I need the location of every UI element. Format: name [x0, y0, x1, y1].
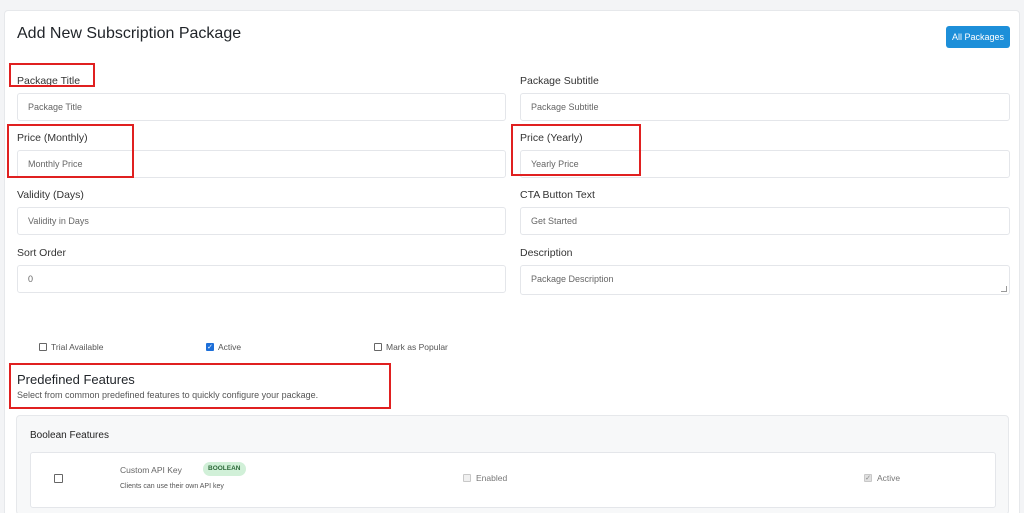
package-subtitle-input[interactable]: Package Subtitle: [520, 93, 1010, 121]
package-subtitle-label: Package Subtitle: [520, 75, 599, 87]
feature-type-badge: BOOLEAN: [203, 462, 246, 476]
cta-text-input[interactable]: Get Started: [520, 207, 1010, 235]
feature-active-label: Active: [877, 473, 901, 483]
validity-input[interactable]: Validity in Days: [17, 207, 506, 235]
feature-active-checkbox[interactable]: ✓: [864, 474, 872, 482]
mark-popular-label: Mark as Popular: [386, 342, 448, 352]
description-placeholder: Package Description: [531, 274, 614, 284]
feature-row: Custom API Key BOOLEAN Clients can use t…: [30, 452, 996, 508]
sort-order-label: Sort Order: [17, 247, 67, 259]
form-card: Add New Subscription Package All Package…: [4, 10, 1020, 513]
active-checkbox[interactable]: ✓: [206, 343, 214, 351]
feature-select-checkbox[interactable]: [54, 474, 63, 483]
active-label: Active: [218, 342, 242, 352]
mark-popular-checkbox[interactable]: [374, 343, 382, 351]
resize-handle-icon[interactable]: [1001, 286, 1007, 292]
feature-description: Clients can use their own API key: [120, 483, 224, 490]
description-textarea[interactable]: Package Description: [520, 265, 1010, 295]
package-title-input[interactable]: Package Title: [17, 93, 506, 121]
trial-available-checkbox[interactable]: [39, 343, 47, 351]
feature-enabled-checkbox[interactable]: [463, 474, 471, 482]
highlight-price-monthly: [7, 124, 134, 178]
feature-enabled-label: Enabled: [476, 473, 508, 483]
highlight-predefined-features: [9, 363, 391, 409]
sort-order-input[interactable]: 0: [17, 265, 506, 293]
cta-text-label: CTA Button Text: [520, 189, 595, 201]
boolean-features-title: Boolean Features: [30, 430, 109, 441]
description-label: Description: [520, 247, 573, 259]
highlight-price-yearly: [511, 124, 641, 176]
boolean-features-panel: Boolean Features Custom API Key BOOLEAN …: [16, 415, 1009, 513]
highlight-package-title: [9, 63, 95, 87]
page-title: Add New Subscription Package: [17, 25, 242, 42]
all-packages-button[interactable]: All Packages: [946, 26, 1010, 48]
feature-name: Custom API Key: [120, 465, 182, 475]
validity-label: Validity (Days): [17, 189, 84, 201]
trial-available-label: Trial Available: [51, 342, 104, 352]
